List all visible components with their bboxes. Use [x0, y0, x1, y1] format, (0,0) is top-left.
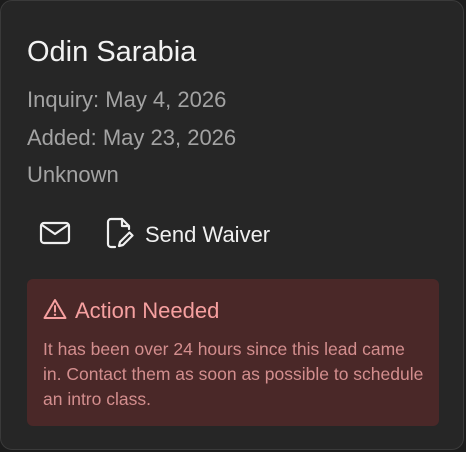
lead-status: Unknown: [27, 162, 119, 187]
mail-icon: [39, 220, 71, 251]
lead-card: Odin Sarabia Inquiry: May 4, 2026 Added:…: [0, 0, 464, 450]
document-signature-icon: [105, 217, 135, 254]
send-waiver-label: Send Waiver: [145, 222, 271, 247]
alert-header: Action Needed: [43, 297, 219, 325]
email-button[interactable]: [27, 211, 83, 259]
alert-message: It has been over 24 hours since this lea…: [43, 339, 424, 409]
warning-triangle-icon: [43, 298, 67, 325]
alert-title: Action Needed: [75, 298, 220, 323]
inquiry-date: Inquiry: May 4, 2026: [27, 87, 227, 112]
lead-actions: Send Waiver: [27, 211, 270, 259]
added-date: Added: May 23, 2026: [27, 125, 237, 150]
lead-name: Odin Sarabia: [27, 36, 197, 68]
send-waiver-button[interactable]: Send Waiver: [105, 211, 270, 259]
action-needed-alert: Action Needed It has been over 24 hours …: [27, 279, 439, 426]
